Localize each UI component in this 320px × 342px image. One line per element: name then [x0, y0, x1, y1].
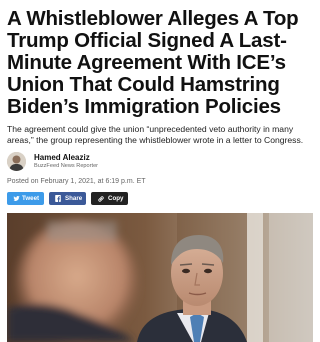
author-avatar[interactable]: [7, 152, 26, 171]
link-icon: [97, 192, 105, 208]
author-name[interactable]: Hamed Aleaziz: [34, 153, 90, 162]
facebook-f-icon: [55, 192, 61, 207]
copy-link-button[interactable]: Copy: [91, 192, 128, 205]
byline: Hamed Aleaziz BuzzFeed News Reporter: [7, 152, 207, 172]
posted-timestamp: Posted on February 1, 2021, at 6:19 p.m.…: [7, 178, 146, 185]
facebook-share-label: Share: [65, 195, 83, 202]
article-dek: The agreement could give the union “unpr…: [7, 124, 304, 145]
article-headline: A Whistleblower Alleges A Top Trump Offi…: [7, 7, 299, 118]
twitter-bird-icon: [13, 192, 20, 207]
article-page: A Whistleblower Alleges A Top Trump Offi…: [0, 0, 320, 342]
facebook-share-button[interactable]: Share: [49, 192, 86, 205]
copy-link-label: Copy: [108, 195, 124, 202]
hero-image: [7, 213, 313, 342]
tweet-button[interactable]: Tweet: [7, 192, 44, 205]
tweet-label: Tweet: [22, 195, 40, 202]
author-role: BuzzFeed News Reporter: [34, 163, 99, 169]
share-bar: Tweet Share Copy: [7, 192, 207, 206]
